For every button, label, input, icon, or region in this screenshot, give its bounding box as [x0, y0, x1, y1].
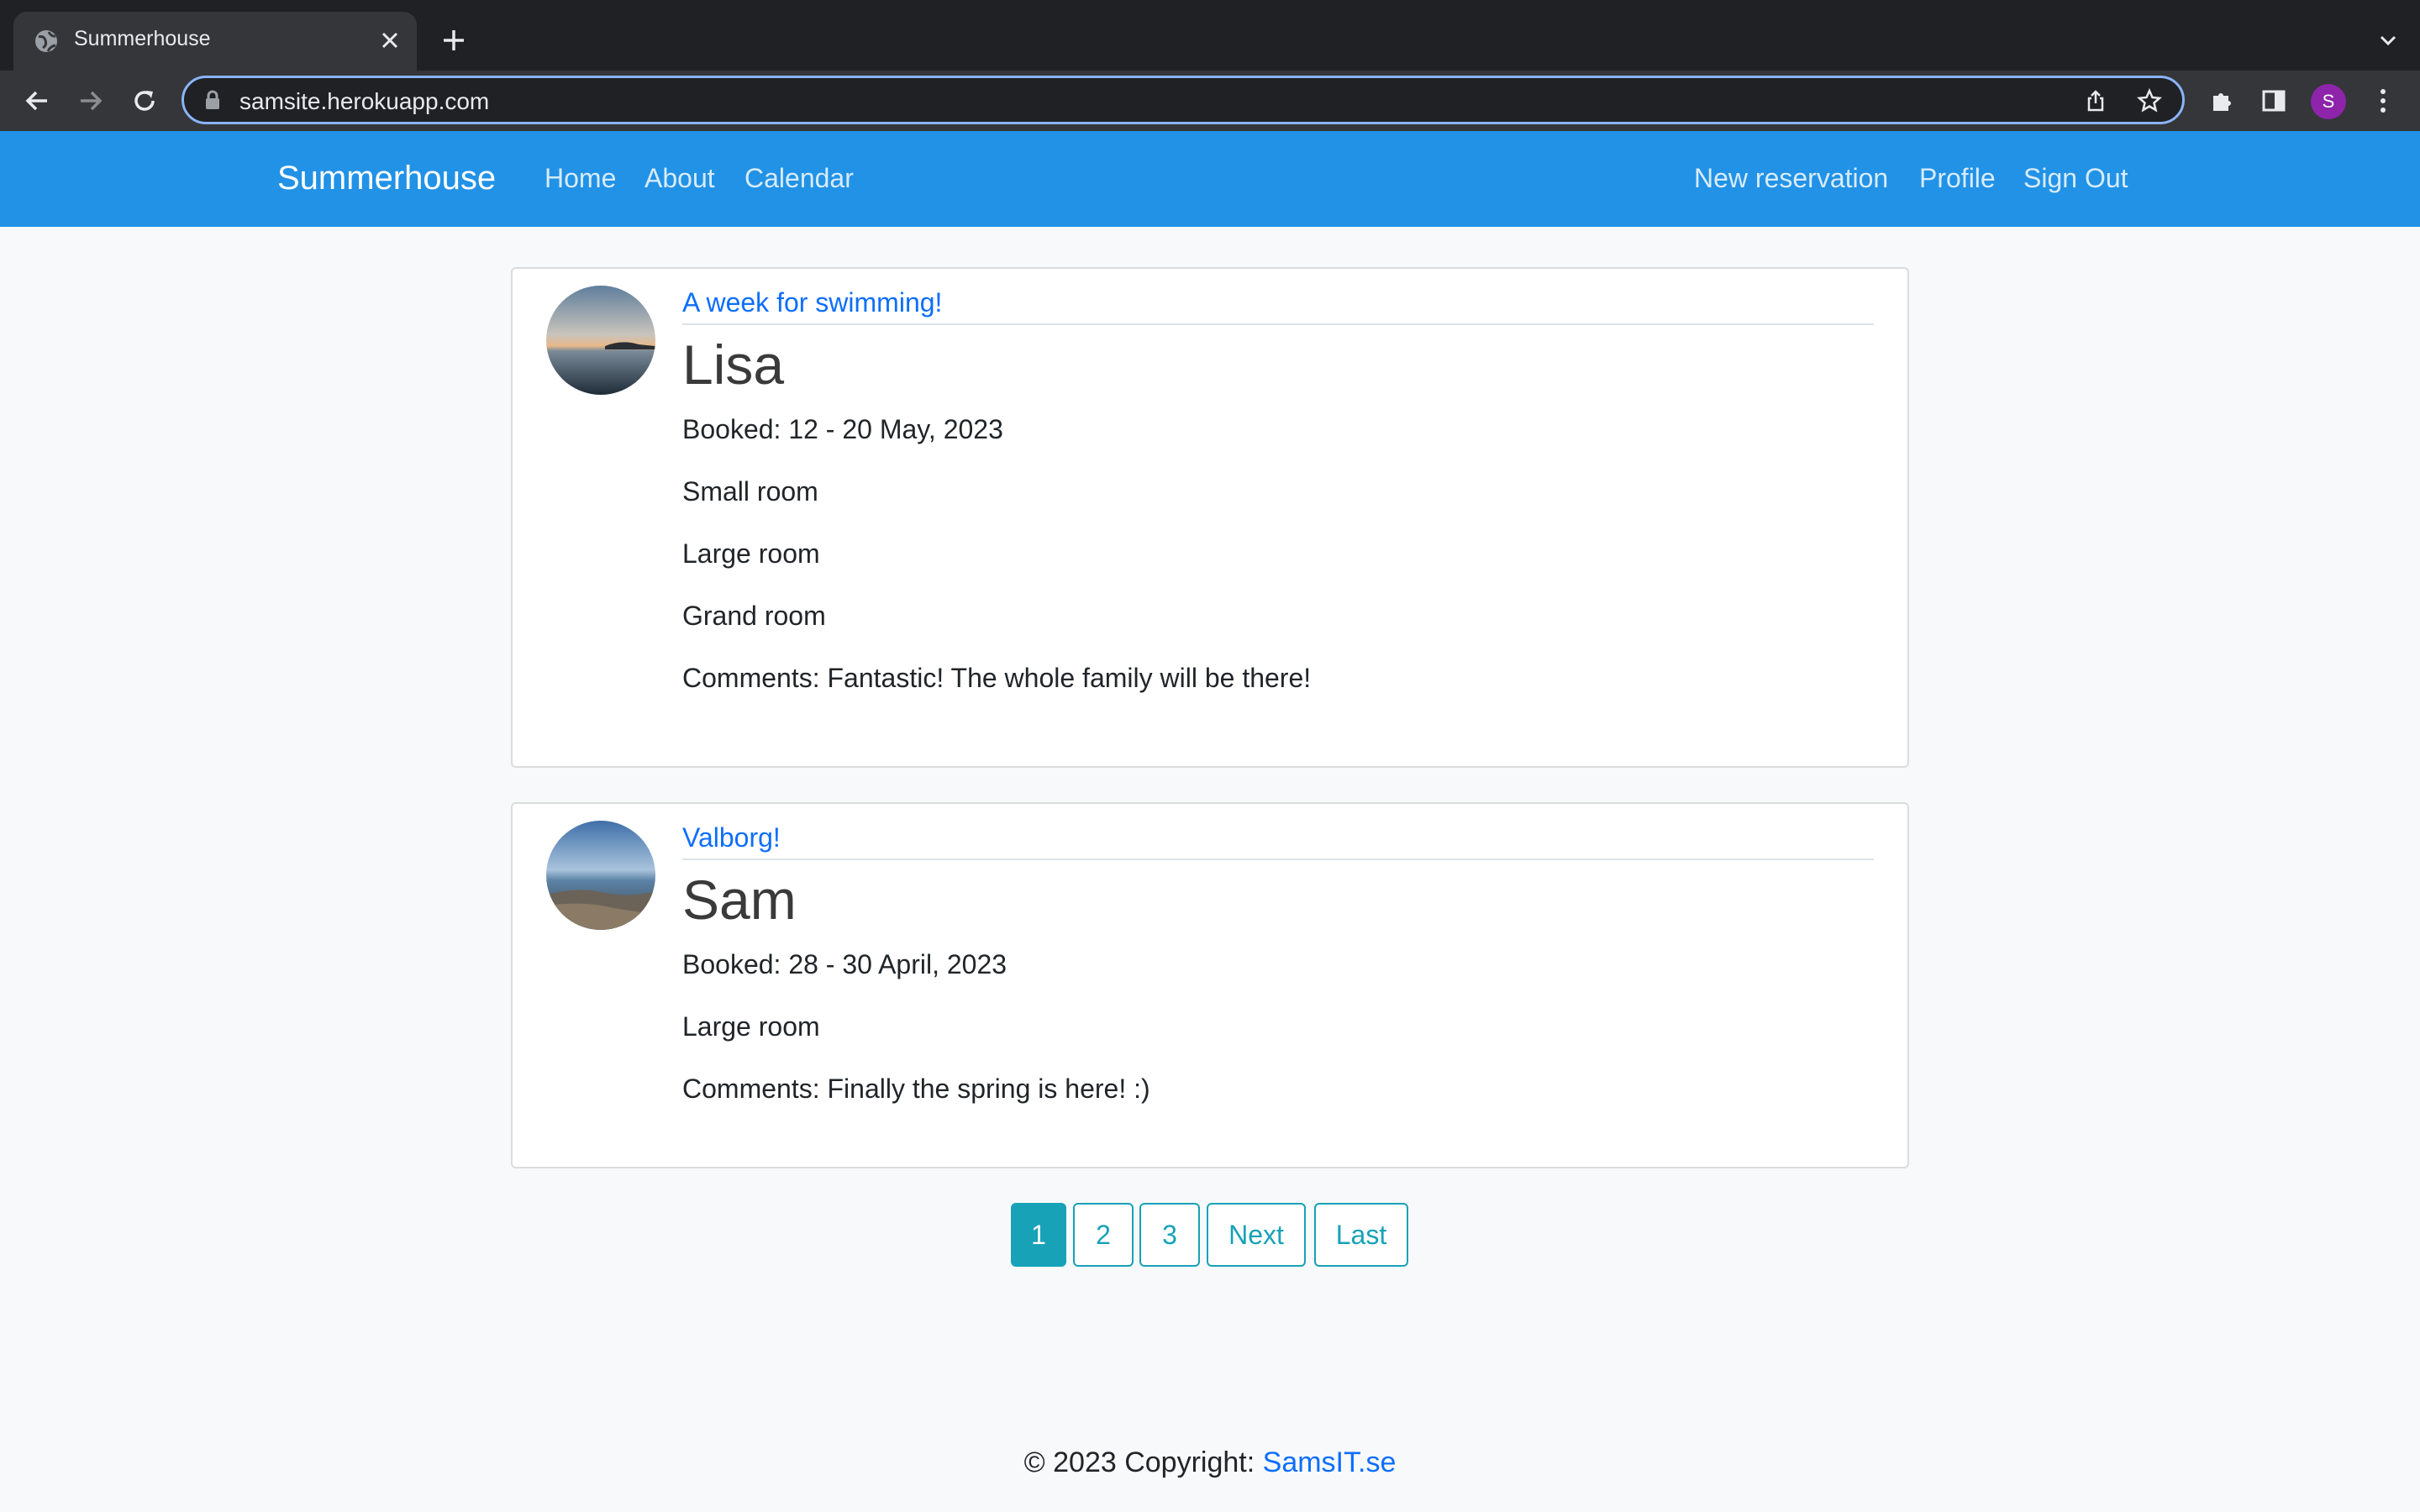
tab-title: Summerhouse: [74, 27, 211, 50]
side-panel-icon[interactable]: [2255, 82, 2292, 119]
extensions-puzzle-icon[interactable]: [2203, 82, 2240, 119]
close-tab-icon[interactable]: [375, 25, 405, 55]
share-icon[interactable]: [2081, 87, 2110, 115]
profile-avatar[interactable]: S: [2311, 84, 2346, 119]
bookmark-star-icon[interactable]: [2135, 87, 2164, 115]
guest-name: Sam: [682, 869, 797, 931]
card-body: A week for swimming! Lisa Booked: 12 - 2…: [682, 287, 1874, 695]
address-bar[interactable]: samsite.herokuapp.com: [182, 76, 2185, 124]
back-arrow-icon[interactable]: [18, 82, 55, 119]
reservation-comments: Comments: Finally the spring is here! :): [682, 1073, 1150, 1104]
site-navbar: Summerhouse Home About Calendar New rese…: [0, 131, 2420, 227]
nav-profile[interactable]: Profile: [1919, 163, 1996, 194]
page-1-button[interactable]: 1: [1011, 1203, 1066, 1267]
user-avatar: [546, 821, 655, 930]
url-text: samsite.herokuapp.com: [239, 88, 490, 114]
reservation-comments: Comments: Fantastic! The whole family wi…: [682, 662, 1312, 693]
guest-name: Lisa: [682, 333, 785, 396]
page-3-button[interactable]: 3: [1139, 1203, 1200, 1267]
footer: © 2023 Copyright: SamsIT.se: [0, 1446, 2420, 1479]
chevron-down-icon[interactable]: [2375, 27, 2402, 54]
reservation-card: A week for swimming! Lisa Booked: 12 - 2…: [511, 267, 1909, 768]
room-item: Large room: [682, 538, 820, 569]
nav-new-reservation[interactable]: New reservation: [1694, 163, 1888, 194]
lock-icon: [204, 90, 224, 112]
reservation-card: Valborg! Sam Booked: 28 - 30 April, 2023…: [511, 802, 1909, 1168]
nav-about[interactable]: About: [644, 163, 715, 194]
copyright-text: © 2023 Copyright:: [1023, 1446, 1263, 1478]
new-tab-icon[interactable]: [437, 24, 471, 57]
browser-toolbar: samsite.herokuapp.com S: [0, 71, 2420, 131]
brand-link[interactable]: Summerhouse: [277, 160, 496, 197]
booked-dates: Booked: 12 - 20 May, 2023: [682, 413, 1003, 444]
booked-dates: Booked: 28 - 30 April, 2023: [682, 948, 1007, 979]
page-2-button[interactable]: 2: [1073, 1203, 1134, 1267]
more-menu-icon[interactable]: [2365, 82, 2402, 119]
footer-link[interactable]: SamsIT.se: [1263, 1446, 1397, 1478]
nav-home[interactable]: Home: [544, 163, 616, 194]
nav-sign-out[interactable]: Sign Out: [2023, 163, 2128, 194]
browser-tab-strip: Summerhouse: [0, 0, 2420, 71]
reservation-title[interactable]: Valborg!: [682, 822, 1874, 860]
user-avatar: [546, 286, 655, 395]
nav-calendar[interactable]: Calendar: [744, 163, 854, 194]
room-item: Small room: [682, 475, 818, 507]
room-item: Grand room: [682, 600, 826, 631]
room-item: Large room: [682, 1011, 820, 1042]
browser-tab[interactable]: Summerhouse: [13, 12, 417, 71]
forward-arrow-icon[interactable]: [72, 82, 109, 119]
next-page-button[interactable]: Next: [1207, 1203, 1306, 1267]
card-body: Valborg! Sam Booked: 28 - 30 April, 2023…: [682, 822, 1874, 1105]
last-page-button[interactable]: Last: [1314, 1203, 1408, 1267]
globe-icon: [34, 29, 59, 54]
reload-icon[interactable]: [126, 82, 163, 119]
reservation-title[interactable]: A week for swimming!: [682, 287, 1874, 325]
